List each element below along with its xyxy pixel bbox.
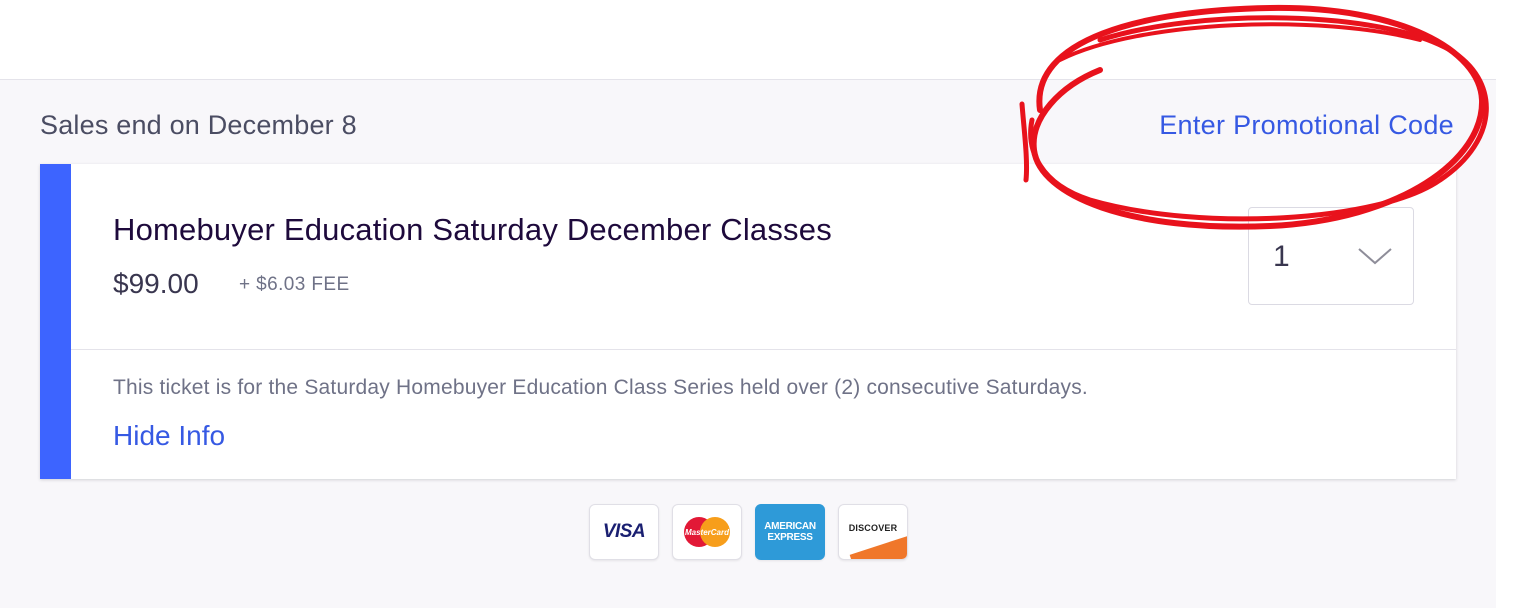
- quantity-select[interactable]: 1: [1248, 207, 1414, 305]
- sales-end-text: Sales end on December 8: [40, 110, 357, 140]
- ticket-price: $99.00: [113, 268, 199, 299]
- mastercard-label: MasterCard: [685, 528, 730, 537]
- mastercard-card-icon: MasterCard: [672, 504, 742, 560]
- ticket-name: Homebuyer Education Saturday December Cl…: [113, 212, 832, 247]
- hide-info-link[interactable]: Hide Info: [113, 420, 225, 452]
- discover-orange-stripe: [849, 530, 907, 559]
- top-area: [0, 0, 1516, 79]
- visa-card-icon: VISA: [589, 504, 659, 560]
- ticket-description: This ticket is for the Saturday Homebuye…: [113, 376, 1088, 399]
- visa-label: VISA: [602, 521, 646, 542]
- discover-card-icon: DISCOVER: [838, 504, 908, 560]
- chevron-down-icon: [1358, 248, 1392, 265]
- amex-label-line2: EXPRESS: [767, 532, 813, 543]
- enter-promo-code-link[interactable]: Enter Promotional Code: [1159, 110, 1454, 141]
- mastercard-logo: MasterCard: [684, 517, 730, 547]
- ticket-divider: [71, 349, 1456, 350]
- amex-label: AMERICAN EXPRESS: [764, 521, 816, 543]
- quantity-value: 1: [1273, 240, 1290, 273]
- discover-label: DISCOVER: [848, 523, 898, 533]
- ticket-fee: + $6.03 FEE: [239, 274, 350, 295]
- amex-card-icon: AMERICAN EXPRESS: [755, 504, 825, 560]
- amex-label-line1: AMERICAN: [764, 521, 816, 532]
- payment-methods: VISA MasterCard AMERICAN EXPRESS DISCOVE…: [589, 504, 919, 560]
- ticket-card: Homebuyer Education Saturday December Cl…: [40, 164, 1456, 479]
